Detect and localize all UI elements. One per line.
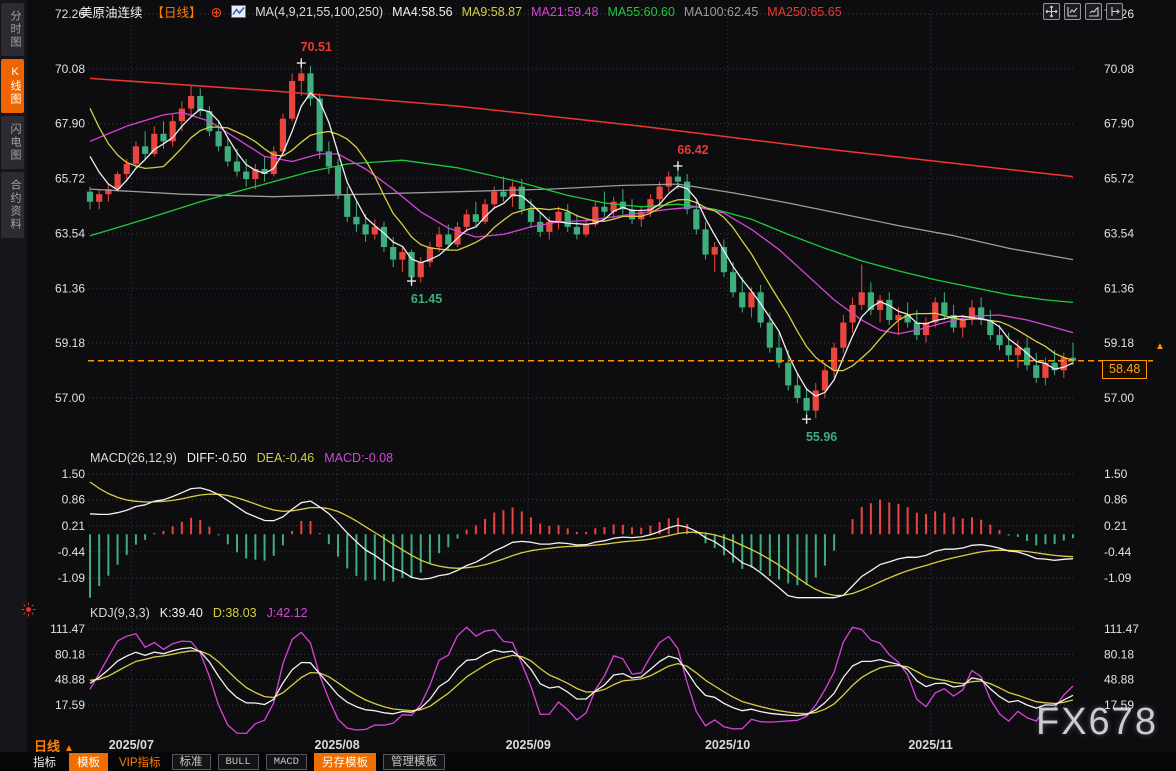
svg-text:55.96: 55.96 xyxy=(806,430,837,444)
bottom-tab[interactable]: MACD xyxy=(266,754,307,770)
svg-text:61.36: 61.36 xyxy=(1104,281,1134,295)
bottom-tabbar: 指标模板 VIP指标标准 BULL MACD 另存模板管理模板 xyxy=(0,752,1176,771)
bottom-tab[interactable]: BULL xyxy=(218,754,259,770)
topbar: 美原油连续 【日线】 ⊕ MA(4,9,21,55,100,250) MA4:5… xyxy=(80,3,842,20)
svg-text:80.18: 80.18 xyxy=(55,647,85,661)
sidebar-tab[interactable]: 合约资料 xyxy=(1,172,24,238)
svg-text:2025/09: 2025/09 xyxy=(506,738,551,752)
svg-text:111.47: 111.47 xyxy=(1104,622,1139,636)
symbol-title: 美原油连续 xyxy=(80,2,143,21)
svg-text:67.90: 67.90 xyxy=(1104,117,1134,131)
svg-text:-0.44: -0.44 xyxy=(1104,545,1132,559)
ma-legend-item: MA4:58.56 xyxy=(392,5,452,19)
bottom-tab[interactable]: 管理模板 xyxy=(383,754,445,770)
svg-text:80.18: 80.18 xyxy=(1104,647,1134,661)
svg-text:59.18: 59.18 xyxy=(1104,336,1134,350)
svg-text:2025/07: 2025/07 xyxy=(109,738,154,752)
svg-text:-1.09: -1.09 xyxy=(1104,571,1132,585)
svg-text:2025/11: 2025/11 xyxy=(908,738,953,752)
price-up-arrow-icon: ▲ xyxy=(1155,341,1165,352)
svg-text:48.88: 48.88 xyxy=(55,673,85,687)
svg-text:65.72: 65.72 xyxy=(55,172,85,186)
last-price-value: 58.48 xyxy=(1109,362,1140,376)
svg-text:-1.09: -1.09 xyxy=(58,571,86,585)
svg-text:70.08: 70.08 xyxy=(55,62,85,76)
svg-text:70.08: 70.08 xyxy=(1104,62,1134,76)
svg-text:17.59: 17.59 xyxy=(55,698,85,712)
svg-text:61.45: 61.45 xyxy=(411,292,442,306)
pane-right-icon[interactable] xyxy=(1085,3,1102,20)
svg-text:61.36: 61.36 xyxy=(55,281,85,295)
svg-text:48.88: 48.88 xyxy=(1104,673,1134,687)
bottom-tab[interactable]: 模板 xyxy=(69,753,108,771)
svg-text:59.18: 59.18 xyxy=(55,336,85,350)
period-tag[interactable]: 【日线】 xyxy=(152,2,202,21)
svg-text:111.47: 111.47 xyxy=(50,622,85,636)
svg-text:65.72: 65.72 xyxy=(1104,172,1134,186)
bottom-tab[interactable]: 标准 xyxy=(172,754,211,770)
svg-text:57.00: 57.00 xyxy=(1104,391,1134,405)
macd-legend-item: DEA:-0.46 xyxy=(257,451,315,465)
macd-legend-item: DIFF:-0.50 xyxy=(187,451,247,465)
svg-text:67.90: 67.90 xyxy=(55,117,85,131)
svg-text:66.42: 66.42 xyxy=(677,143,708,157)
chart-toolbar xyxy=(1043,3,1123,20)
pan-tool-icon[interactable] xyxy=(1043,3,1060,20)
last-price-box: 58.48 xyxy=(1102,360,1147,379)
ma-settings-label[interactable]: MA(4,9,21,55,100,250) xyxy=(255,5,383,19)
sidebar-tab[interactable]: K线图 xyxy=(1,59,24,113)
chart-style-icon[interactable] xyxy=(231,5,246,18)
svg-text:1.50: 1.50 xyxy=(62,467,86,481)
macd-legend: MACD(26,12,9) DIFF:-0.50 DEA:-0.46 MACD:-0.… xyxy=(90,451,393,465)
chart-canvas[interactable]: 72.2672.2670.0870.0867.9067.9065.7265.72… xyxy=(0,0,1176,771)
kdj-legend-item: KDJ(9,3,3) xyxy=(90,606,150,620)
svg-text:2025/08: 2025/08 xyxy=(315,738,360,752)
ma-legend: MA4:58.56 MA9:58.87 MA21:59.48 MA55:60.60 MA… xyxy=(392,5,842,19)
svg-text:57.00: 57.00 xyxy=(55,391,85,405)
ma-legend-item: MA21:59.48 xyxy=(531,5,598,19)
ma-legend-item: MA100:62.45 xyxy=(684,5,758,19)
live-indicator-icon xyxy=(21,602,36,622)
app-window: 72.2672.2670.0870.0867.9067.9065.7265.72… xyxy=(0,0,1176,771)
ma-legend-item: MA55:60.60 xyxy=(608,5,675,19)
sidebar-tab[interactable]: 分时图 xyxy=(1,3,24,56)
svg-text:63.54: 63.54 xyxy=(1104,226,1134,240)
ma-legend-item: MA9:58.87 xyxy=(462,5,522,19)
bottom-tab[interactable]: VIP指标 xyxy=(115,754,165,770)
watermark: FX678 xyxy=(1036,701,1158,744)
sidebar-tab[interactable]: 闪电图 xyxy=(1,116,24,169)
pane-left-icon[interactable] xyxy=(1064,3,1081,20)
svg-text:63.54: 63.54 xyxy=(55,226,85,240)
svg-text:70.51: 70.51 xyxy=(301,40,332,54)
kdj-legend-item: D:38.03 xyxy=(213,606,257,620)
circle-plus-icon[interactable]: ⊕ xyxy=(211,7,223,17)
macd-legend-item: MACD:-0.08 xyxy=(324,451,393,465)
svg-text:0.86: 0.86 xyxy=(62,493,86,507)
svg-text:0.86: 0.86 xyxy=(1104,493,1128,507)
kdj-legend-item: K:39.40 xyxy=(160,606,203,620)
svg-text:-0.44: -0.44 xyxy=(58,545,86,559)
sidebar: 分时图 K线图闪电图合约资料 xyxy=(0,0,27,752)
svg-text:0.21: 0.21 xyxy=(1104,519,1128,533)
svg-text:1.50: 1.50 xyxy=(1104,467,1128,481)
kdj-legend: KDJ(9,3,3) K:39.40 D:38.03 J:42.12 xyxy=(90,606,308,620)
macd-legend-item: MACD(26,12,9) xyxy=(90,451,177,465)
bottom-tab[interactable]: 指标 xyxy=(27,754,62,770)
svg-text:0.21: 0.21 xyxy=(62,519,86,533)
svg-text:2025/10: 2025/10 xyxy=(705,738,750,752)
bottom-tab[interactable]: 另存模板 xyxy=(314,753,376,771)
pane-shift-icon[interactable] xyxy=(1106,3,1123,20)
kdj-legend-item: J:42.12 xyxy=(267,606,308,620)
ma-legend-item: MA250:65.65 xyxy=(767,5,841,19)
